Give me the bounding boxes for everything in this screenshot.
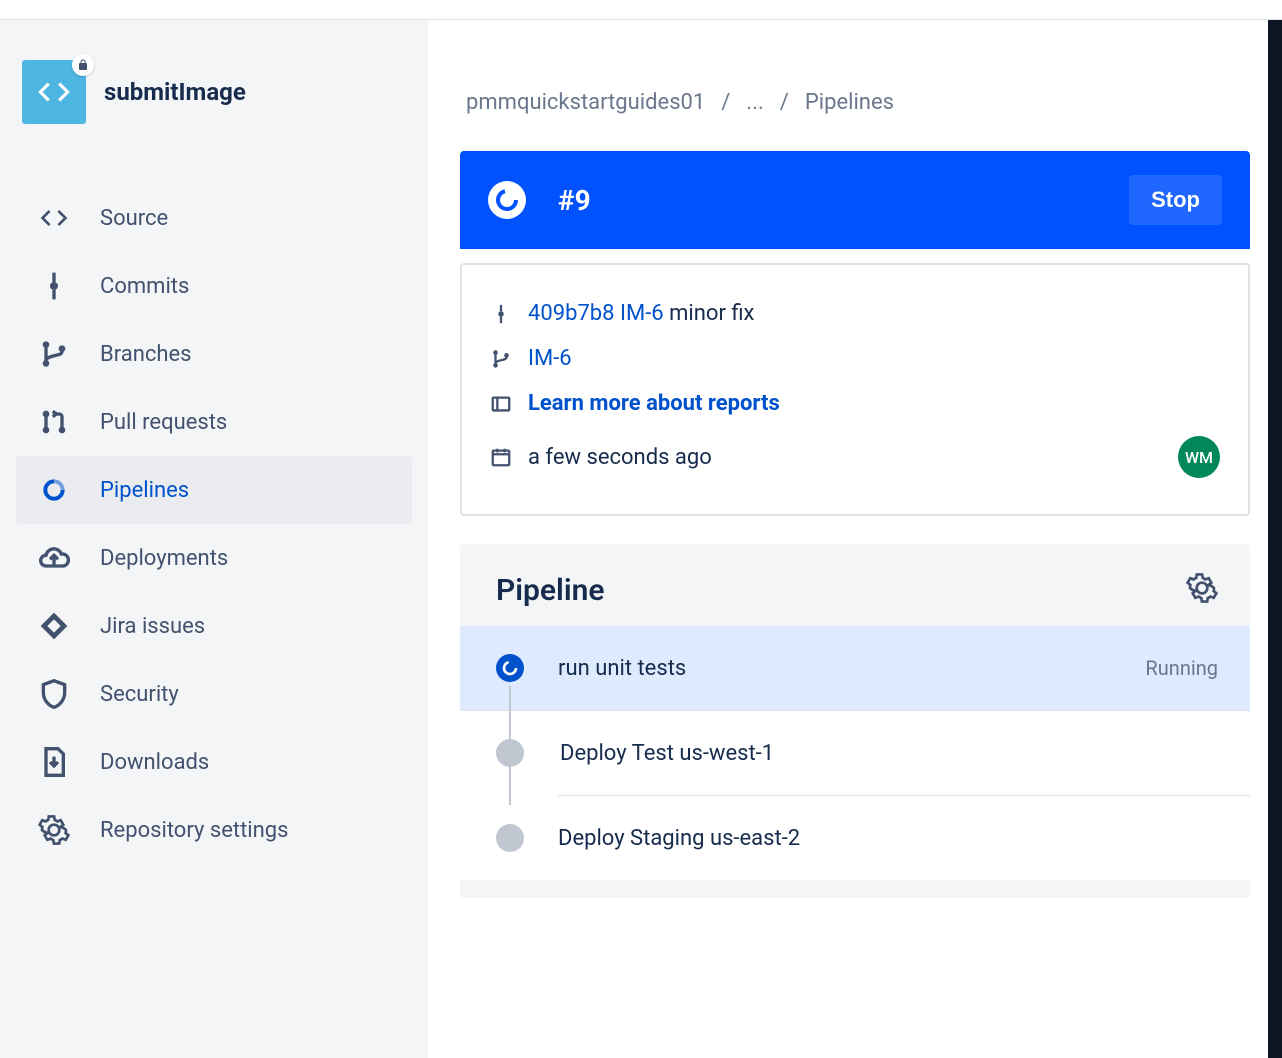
sidebar-item-label: Branches <box>100 342 192 367</box>
branch-link[interactable]: IM-6 <box>528 346 572 371</box>
calendar-icon <box>490 446 512 468</box>
pull-request-icon <box>38 406 70 438</box>
sidebar-item-label: Source <box>100 206 168 231</box>
code-icon <box>38 202 70 234</box>
sidebar-item-pull-requests[interactable]: Pull requests <box>16 388 412 456</box>
timestamp: a few seconds ago <box>528 445 712 470</box>
sidebar-item-branches[interactable]: Branches <box>16 320 412 388</box>
sidebar-item-downloads[interactable]: Downloads <box>16 728 412 796</box>
pipeline-section-title: Pipeline <box>496 573 605 608</box>
repo-header[interactable]: submitImage <box>16 60 412 124</box>
branch-row: IM-6 <box>490 336 1220 381</box>
commit-hash-row: 409b7b8 IM-6 minor fix <box>490 291 1220 336</box>
timestamp-row: a few seconds ago WM <box>490 426 1220 488</box>
sidebar-item-label: Deployments <box>100 546 228 571</box>
sidebar-item-repository-settings[interactable]: Repository settings <box>16 796 412 864</box>
step-item-run-unit-tests[interactable]: run unit tests Running <box>460 626 1250 711</box>
sidebar-item-label: Downloads <box>100 750 209 775</box>
step-list: run unit tests Running Deploy Test us-we… <box>460 626 1250 880</box>
step-status-label: Running <box>1145 656 1218 680</box>
commit-icon <box>38 270 70 302</box>
commit-message: minor fix <box>669 301 754 326</box>
sidebar-item-commits[interactable]: Commits <box>16 252 412 320</box>
sidebar-item-label: Security <box>100 682 179 707</box>
report-icon <box>490 393 512 415</box>
sidebar-item-deployments[interactable]: Deployments <box>16 524 412 592</box>
breadcrumb: pmmquickstartguides01 / ... / Pipelines <box>460 90 1250 115</box>
downloads-icon <box>38 746 70 778</box>
content: pmmquickstartguides01 / ... / Pipelines … <box>428 20 1282 1058</box>
sidebar-item-jira-issues[interactable]: Jira issues <box>16 592 412 660</box>
sidebar-item-label: Pipelines <box>100 478 189 503</box>
deployments-icon <box>38 542 70 574</box>
spinner-icon <box>488 181 526 219</box>
sidebar-item-pipelines[interactable]: Pipelines <box>16 456 412 524</box>
pipeline-section-header: Pipeline <box>460 572 1250 626</box>
lock-icon <box>77 59 89 71</box>
pipelines-icon <box>38 474 70 506</box>
pipeline-header-left: #9 <box>488 181 591 219</box>
branch-icon <box>38 338 70 370</box>
step-name: Deploy Test us-west-1 <box>560 741 1218 766</box>
lock-badge <box>72 54 94 76</box>
stop-button[interactable]: Stop <box>1129 175 1222 225</box>
step-status-running-icon <box>496 654 524 682</box>
sidebar-item-label: Pull requests <box>100 410 227 435</box>
breadcrumb-separator: / <box>780 90 789 115</box>
sidebar-item-source[interactable]: Source <box>16 184 412 252</box>
scrollbar[interactable] <box>1268 20 1282 1058</box>
step-connector <box>509 701 511 805</box>
sidebar-item-label: Commits <box>100 274 189 299</box>
reports-row: Learn more about reports <box>490 381 1220 426</box>
gear-icon[interactable] <box>1186 572 1218 608</box>
sidebar-item-security[interactable]: Security <box>16 660 412 728</box>
repo-name: submitImage <box>104 78 246 106</box>
commit-hash-link[interactable]: 409b7b8 <box>528 301 615 326</box>
breadcrumb-separator: / <box>721 90 730 115</box>
main-container: submitImage Source Commits Branches Pull… <box>0 20 1282 1058</box>
nav-list: Source Commits Branches Pull requests Pi… <box>16 184 412 864</box>
jira-icon <box>38 610 70 642</box>
code-icon <box>35 73 73 111</box>
avatar[interactable]: WM <box>1178 436 1220 478</box>
step-status-pending-icon <box>496 824 524 852</box>
step-item-deploy-test[interactable]: Deploy Test us-west-1 <box>460 711 1250 795</box>
pipeline-header: #9 Stop <box>460 151 1250 249</box>
gear-icon <box>38 814 70 846</box>
top-bar <box>0 0 1282 20</box>
sidebar: submitImage Source Commits Branches Pull… <box>0 20 428 1058</box>
reports-link[interactable]: Learn more about reports <box>528 391 780 416</box>
step-item-deploy-staging[interactable]: Deploy Staging us-east-2 <box>460 796 1250 880</box>
pipeline-section: Pipeline run unit tests Running Deploy T… <box>460 544 1250 898</box>
breadcrumb-ellipsis[interactable]: ... <box>746 90 763 115</box>
sidebar-item-label: Repository settings <box>100 818 289 843</box>
commit-card: 409b7b8 IM-6 minor fix IM-6 Learn more a… <box>460 263 1250 516</box>
step-name: run unit tests <box>558 656 1145 681</box>
step-name: Deploy Staging us-east-2 <box>558 826 1218 851</box>
pipeline-number: #9 <box>558 184 591 217</box>
branch-icon <box>490 348 512 370</box>
breadcrumb-workspace[interactable]: pmmquickstartguides01 <box>466 90 705 115</box>
breadcrumb-current[interactable]: Pipelines <box>805 90 894 115</box>
sidebar-item-label: Jira issues <box>100 614 205 639</box>
commit-icon <box>490 303 512 325</box>
commit-issue-link[interactable]: IM-6 <box>620 301 664 326</box>
repo-icon <box>22 60 86 124</box>
shield-icon <box>38 678 70 710</box>
